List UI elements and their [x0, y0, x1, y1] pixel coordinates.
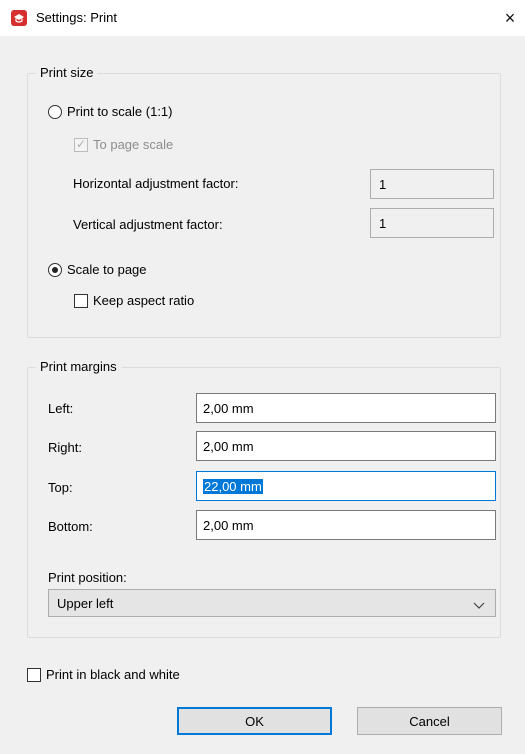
- to-page-scale-checkbox[interactable]: ✓ To page scale: [74, 137, 173, 152]
- ok-button[interactable]: OK: [177, 707, 332, 735]
- top-margin-label: Top:: [48, 480, 73, 495]
- scale-to-page-radio[interactable]: Scale to page: [48, 262, 147, 277]
- close-icon: ×: [504, 7, 516, 28]
- print-position-value: Upper left: [57, 595, 114, 611]
- cancel-button[interactable]: Cancel: [357, 707, 502, 735]
- keep-aspect-ratio-checkbox[interactable]: Keep aspect ratio: [74, 293, 194, 308]
- print-black-white-label: Print in black and white: [46, 667, 180, 682]
- keep-aspect-ratio-label: Keep aspect ratio: [93, 293, 195, 308]
- bottom-margin-label: Bottom:: [48, 519, 93, 534]
- top-margin-field[interactable]: 22,00 mm: [196, 471, 496, 501]
- radio-selected-icon: [48, 262, 62, 277]
- left-margin-field[interactable]: 2,00 mm: [196, 393, 496, 423]
- app-logo-icon: [11, 10, 27, 26]
- print-black-white-checkbox[interactable]: Print in black and white: [27, 667, 180, 682]
- radio-circle-icon: [48, 104, 62, 119]
- print-to-scale-radio[interactable]: Print to scale (1:1): [48, 104, 173, 119]
- print-size-legend: Print size: [36, 65, 98, 80]
- horizontal-factor-field[interactable]: 1: [370, 169, 494, 199]
- print-position-label: Print position:: [48, 570, 127, 585]
- print-to-scale-label: Print to scale (1:1): [67, 104, 173, 119]
- print-size-group: Print size Print to scale (1:1) ✓ To pag…: [27, 65, 501, 338]
- left-margin-label: Left:: [48, 401, 74, 416]
- horizontal-factor-label: Horizontal adjustment factor:: [73, 176, 239, 191]
- to-page-scale-label: To page scale: [93, 137, 174, 152]
- checkmark-icon: ✓: [76, 136, 87, 151]
- vertical-factor-field[interactable]: 1: [370, 208, 494, 238]
- selected-text: 22,00 mm: [203, 478, 263, 494]
- chevron-down-icon: [473, 598, 485, 613]
- scale-to-page-label: Scale to page: [67, 262, 147, 277]
- print-margins-legend: Print margins: [36, 359, 121, 374]
- close-button[interactable]: ×: [495, 0, 525, 36]
- print-position-select[interactable]: Upper left: [48, 589, 496, 617]
- vertical-factor-label: Vertical adjustment factor:: [73, 217, 223, 232]
- window-title: Settings: Print: [36, 10, 117, 25]
- print-margins-group: Print margins Left: 2,00 mm Right: 2,00 …: [27, 359, 501, 638]
- checkbox-icon: [27, 667, 41, 682]
- right-margin-field[interactable]: 2,00 mm: [196, 431, 496, 461]
- right-margin-label: Right:: [48, 440, 82, 455]
- title-bar: Settings: Print ×: [0, 0, 525, 36]
- checkbox-icon: ✓: [74, 136, 88, 152]
- bottom-margin-field[interactable]: 2,00 mm: [196, 510, 496, 540]
- checkbox-icon: [74, 293, 88, 308]
